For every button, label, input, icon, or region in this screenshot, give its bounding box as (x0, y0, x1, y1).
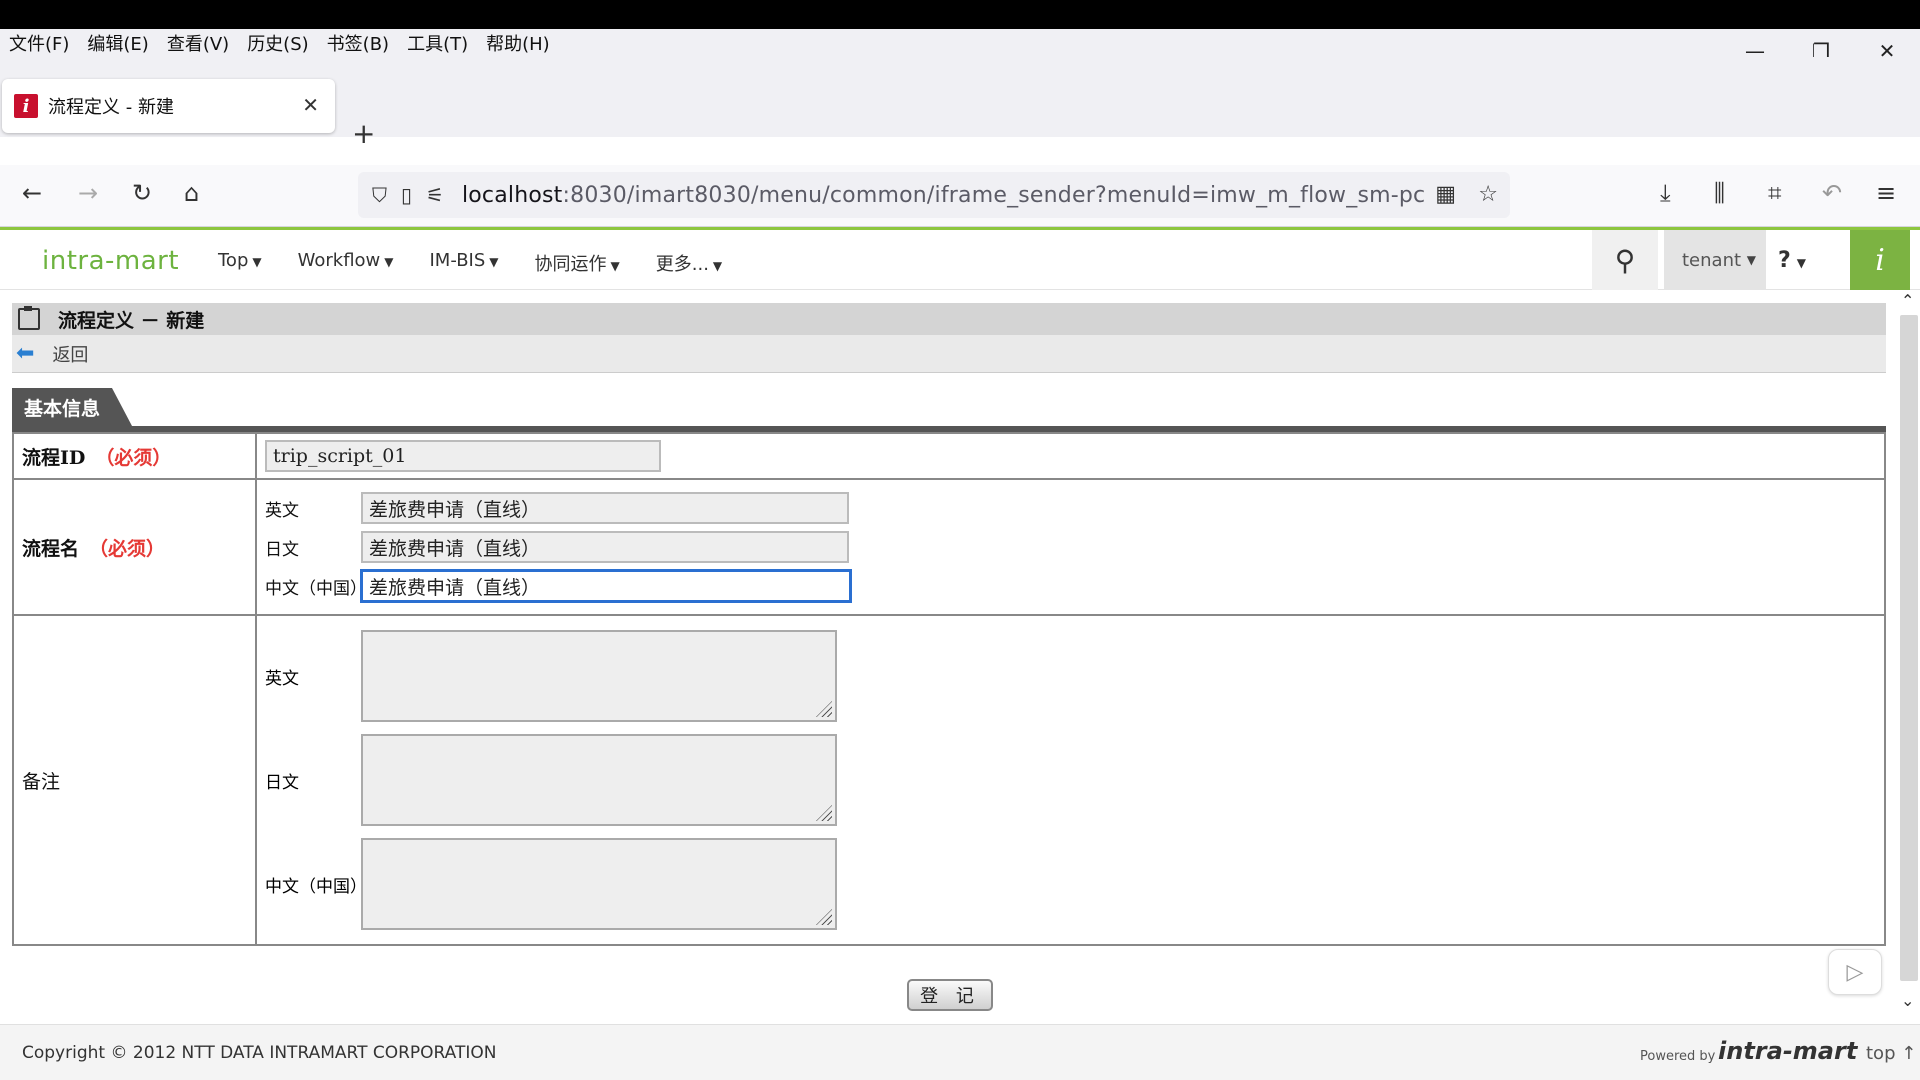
intra-mart-logo-icon[interactable]: i (1850, 230, 1910, 290)
browser-window: 文件(F) 编辑(E) 查看(V) 历史(S) 书签(B) 工具(T) 帮助(H… (0, 29, 1920, 1080)
menu-tools[interactable]: 工具(T) (398, 30, 477, 56)
register-button[interactable]: 登 记 (907, 979, 993, 1011)
star-icon[interactable]: ☆ (1478, 182, 1498, 207)
scrollbar-thumb[interactable] (1900, 315, 1918, 981)
shield-icon[interactable]: ⛉ (372, 183, 387, 207)
nav-collaboration[interactable]: 协同运作 ▼ (535, 250, 620, 276)
remarks-en-textarea[interactable] (361, 630, 837, 722)
flow-name-row-en: 英文 差旅费申请（直线） (265, 489, 1876, 528)
lang-label: 日文 (265, 539, 299, 560)
menu-bookmarks[interactable]: 书签(B) (318, 30, 398, 56)
lang-label: 英文 (265, 668, 299, 689)
global-nav: Top ▼ Workflow ▼ IM-BIS ▼ 协同运作 ▼ 更多... ▼ (218, 250, 758, 276)
flow-name-en-input[interactable]: 差旅费申请（直线） (361, 492, 849, 524)
flow-name-ja-input[interactable]: 差旅费申请（直线） (361, 531, 849, 563)
menu-bar: 文件(F) 编辑(E) 查看(V) 历史(S) 书签(B) 工具(T) 帮助(H… (0, 29, 1920, 57)
caret-down-icon: ▼ (1796, 256, 1806, 270)
menu-icon[interactable]: ≡ (1876, 179, 1896, 207)
nav-im-bis[interactable]: IM-BIS ▼ (430, 250, 499, 276)
home-icon[interactable]: ⌂ (184, 179, 199, 207)
required-marker: （必须） (95, 446, 172, 469)
lang-label: 英文 (265, 500, 299, 521)
library-icon[interactable]: ⫼ (1714, 179, 1725, 207)
clipboard-icon (18, 306, 40, 330)
caret-down-icon: ▼ (1746, 253, 1756, 267)
tenant-label: tenant (1682, 249, 1742, 271)
help-dropdown[interactable]: ? ▼ (1778, 248, 1806, 273)
nav-top[interactable]: Top ▼ (218, 250, 262, 276)
tab-active[interactable]: i 流程定义 - 新建 ✕ (2, 79, 335, 133)
remarks-row-en: 英文 (265, 624, 1876, 728)
tab-title: 流程定义 - 新建 (48, 97, 174, 118)
app-header: intra-mart Top ▼ Workflow ▼ IM-BIS ▼ 协同运作 ▼ … (0, 230, 1920, 290)
undo-icon[interactable]: ↶ (1822, 179, 1842, 207)
flow-name-zh-input[interactable]: 差旅费申请（直线） (360, 569, 852, 603)
caret-down-icon: ▼ (384, 255, 394, 269)
permissions-icon[interactable]: ⚟ (426, 183, 444, 207)
url-text[interactable]: localhost:8030/imart8030/menu/common/ifr… (462, 183, 1425, 208)
scroll-down-icon[interactable]: ⌄ (1901, 991, 1914, 1010)
menu-help[interactable]: 帮助(H) (477, 30, 559, 56)
play-icon[interactable]: ▷ (1828, 949, 1882, 995)
powered-by-text: Powered by (1640, 1049, 1716, 1064)
search-icon[interactable]: ⚲ (1592, 230, 1658, 290)
app-logo[interactable]: intra-mart (42, 246, 179, 276)
remarks-zh-textarea[interactable] (361, 838, 837, 930)
qr-icon[interactable]: ▦ (1435, 182, 1456, 207)
lang-label: 中文（中国） (265, 876, 367, 897)
flow-id-label: 流程ID （必须） (12, 432, 257, 480)
tab-close-button[interactable]: ✕ (302, 93, 319, 117)
nav-more[interactable]: 更多... ▼ (656, 250, 722, 276)
scroll-up-icon[interactable]: ⌃ (1901, 291, 1914, 310)
page-icon[interactable]: ▯ (401, 183, 412, 207)
page-title-bar: 流程定义 － 新建 (12, 303, 1886, 335)
page-footer: Copyright © 2012 NTT DATA INTRAMART CORP… (0, 1024, 1920, 1080)
reload-icon[interactable]: ↻ (132, 179, 152, 207)
remarks-ja-textarea[interactable] (361, 734, 837, 826)
nav-workflow[interactable]: Workflow ▼ (298, 250, 394, 276)
powered-by-logo: intra-mart (1718, 1037, 1858, 1065)
caret-down-icon: ▼ (610, 259, 620, 273)
section-tab-basic-info[interactable]: 基本信息 (12, 388, 132, 426)
top-link[interactable]: top ↑ (1866, 1043, 1916, 1064)
crop-icon[interactable]: ⌗ (1768, 179, 1782, 207)
new-tab-button[interactable]: + (352, 117, 375, 150)
back-link[interactable]: 返回 (52, 341, 88, 367)
tenant-dropdown[interactable]: tenant ▼ (1664, 230, 1766, 290)
menu-history[interactable]: 历史(S) (238, 30, 317, 56)
caret-down-icon: ▼ (252, 255, 262, 269)
back-arrow-icon[interactable]: ⬅ (16, 341, 34, 366)
caret-down-icon: ▼ (712, 259, 723, 273)
menu-edit[interactable]: 编辑(E) (78, 30, 157, 56)
back-icon[interactable]: ← (22, 179, 42, 207)
flow-definition-form: 流程ID （必须） trip_script_01 流程名 （必须） 英文 差旅费申请… (12, 432, 1886, 946)
download-icon[interactable]: ⤓ (1660, 179, 1671, 207)
flow-name-label: 流程名 （必须） (12, 478, 257, 616)
page-title: 流程定义 － 新建 (58, 309, 205, 332)
menu-view[interactable]: 查看(V) (158, 30, 238, 56)
url-bar[interactable]: ⛉ ▯ ⚟ localhost:8030/imart8030/menu/comm… (358, 172, 1510, 218)
intra-mart-favicon-icon: i (14, 94, 38, 118)
flow-id-input[interactable]: trip_script_01 (265, 440, 661, 472)
remarks-label: 备注 (12, 614, 257, 946)
required-marker: （必须） (89, 537, 166, 560)
lang-label: 中文（中国） (265, 578, 367, 599)
caret-down-icon: ▼ (489, 255, 499, 269)
flow-name-row-zh: 中文（中国） 差旅费申请（直线） (265, 567, 1876, 606)
remarks-row-zh: 中文（中国） (265, 832, 1876, 936)
forward-icon[interactable]: → (78, 179, 98, 207)
copyright-text: Copyright © 2012 NTT DATA INTRAMART CORP… (22, 1043, 497, 1063)
nav-toolbar: ← → ↻ ⌂ ⛉ ▯ ⚟ localhost:8030/imart8030/m… (0, 165, 1920, 227)
lang-label: 日文 (265, 772, 299, 793)
flow-name-row-ja: 日文 差旅费申请（直线） (265, 528, 1876, 567)
menu-file[interactable]: 文件(F) (0, 30, 78, 56)
remarks-row-ja: 日文 (265, 728, 1876, 832)
page-scrollbar[interactable]: ⌃ ⌄ (1898, 291, 1920, 1011)
back-bar: ⬅ 返回 (12, 335, 1886, 373)
